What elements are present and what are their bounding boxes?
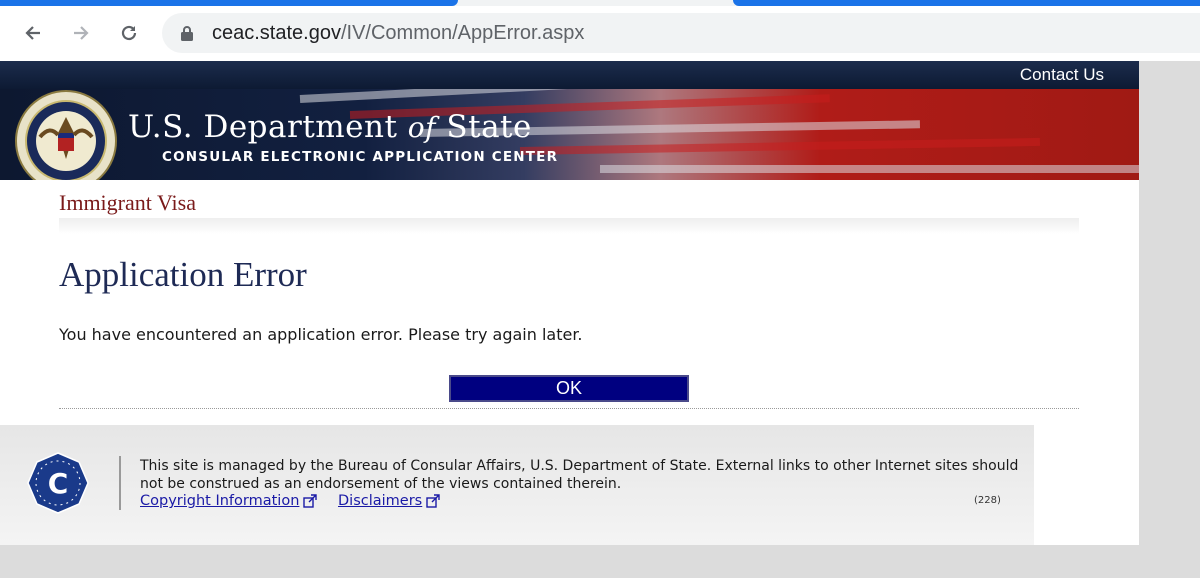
state-department-seal xyxy=(15,90,117,180)
ok-button[interactable]: OK xyxy=(449,375,689,402)
lock-icon xyxy=(181,26,193,41)
agency-title: U.S. Department of State xyxy=(128,109,532,145)
external-link-icon xyxy=(426,494,440,508)
agency-title-pre: U.S. Department xyxy=(128,109,408,145)
header-banner: U.S. Department of State CONSULAR ELECTR… xyxy=(0,89,1139,180)
agency-title-of: of xyxy=(407,111,437,144)
flag-stripe xyxy=(600,165,1139,173)
browser-toolbar: ceac.state.gov/IV/Common/AppError.aspx xyxy=(0,6,1200,61)
top-bar: Contact Us xyxy=(0,61,1139,89)
url-text: ceac.state.gov/IV/Common/AppError.aspx xyxy=(212,22,584,45)
forward-arrow-icon xyxy=(74,26,89,40)
flag-stripe xyxy=(519,137,1040,155)
external-link-icon xyxy=(303,494,318,508)
disclaimers-link[interactable]: Disclaimers xyxy=(338,493,440,509)
content-divider xyxy=(59,408,1079,409)
agency-title-post: State xyxy=(436,109,532,145)
page-counter: (228) xyxy=(974,495,1001,506)
section-title: Immigrant Visa xyxy=(59,190,196,215)
footer: C This site is managed by the Bureau of … xyxy=(0,425,1034,545)
footer-notice: This site is managed by the Bureau of Co… xyxy=(140,458,1019,492)
footer-divider xyxy=(119,456,121,510)
logo-letter: C xyxy=(48,467,69,500)
address-bar[interactable]: ceac.state.gov/IV/Common/AppError.aspx xyxy=(162,13,1200,53)
reload-icon xyxy=(121,25,137,41)
footer-links: Copyright Information Disclaimers xyxy=(140,493,456,509)
agency-subtitle: CONSULAR ELECTRONIC APPLICATION CENTER xyxy=(162,149,559,165)
reload-button[interactable] xyxy=(114,18,144,48)
disclaimers-link-label: Disclaimers xyxy=(338,493,423,509)
url-path: /IV/Common/AppError.aspx xyxy=(340,22,585,44)
back-arrow-icon xyxy=(25,26,40,40)
consular-affairs-logo: C xyxy=(27,452,89,514)
back-button[interactable] xyxy=(18,18,48,48)
page-title: Application Error xyxy=(59,255,307,294)
contact-us-link[interactable]: Contact Us xyxy=(1020,65,1104,85)
forward-button[interactable] xyxy=(66,18,96,48)
copyright-link-label: Copyright Information xyxy=(140,493,300,509)
section-divider xyxy=(59,218,1079,234)
page: Contact Us U.S. Department of State CONS… xyxy=(0,61,1139,545)
url-host: ceac.state.gov xyxy=(212,22,341,44)
copyright-information-link[interactable]: Copyright Information xyxy=(140,493,318,509)
error-message: You have encountered an application erro… xyxy=(59,325,583,344)
